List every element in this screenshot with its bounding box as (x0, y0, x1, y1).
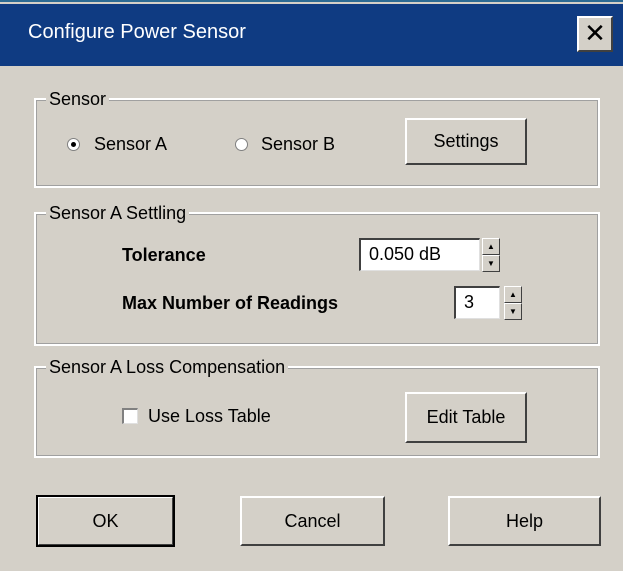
cancel-button[interactable]: Cancel (240, 496, 385, 546)
window-title: Configure Power Sensor (28, 21, 246, 43)
settings-button[interactable]: Settings (405, 118, 527, 165)
max-readings-stepper[interactable]: ▲ ▼ (504, 286, 522, 320)
close-icon: ✕ (584, 18, 606, 48)
loss-compensation-group-label: Sensor A Loss Compensation (46, 356, 289, 378)
close-button[interactable]: ✕ (577, 16, 613, 52)
settling-group: Sensor A Settling (34, 202, 600, 346)
title-bar: Configure Power Sensor (0, 4, 623, 66)
down-arrow-icon[interactable]: ▼ (504, 303, 522, 320)
max-readings-label: Max Number of Readings (122, 293, 339, 313)
tolerance-label: Tolerance (122, 245, 206, 265)
max-readings-input[interactable]: 3 (454, 286, 500, 319)
configure-power-sensor-dialog: Configure Power Sensor ✕ Sensor Sensor A… (0, 0, 623, 571)
sensor-a-label[interactable]: Sensor A (94, 133, 167, 155)
sensor-b-label[interactable]: Sensor B (261, 133, 335, 155)
up-arrow-icon[interactable]: ▲ (482, 238, 500, 255)
up-arrow-icon[interactable]: ▲ (504, 286, 522, 303)
tolerance-stepper[interactable]: ▲ ▼ (482, 238, 500, 272)
sensor-a-radio[interactable] (67, 138, 80, 151)
sensor-group-label: Sensor (46, 88, 110, 110)
down-arrow-icon[interactable]: ▼ (482, 255, 500, 272)
use-loss-table-label[interactable]: Use Loss Table (148, 405, 271, 427)
settling-group-label: Sensor A Settling (46, 202, 190, 224)
radio-selected-dot (71, 142, 76, 147)
tolerance-input[interactable]: 0.050 dB (359, 238, 480, 271)
ok-button[interactable]: OK (36, 495, 175, 547)
edit-table-button[interactable]: Edit Table (405, 392, 527, 443)
use-loss-table-checkbox[interactable] (122, 408, 138, 424)
help-button[interactable]: Help (448, 496, 601, 546)
sensor-b-radio[interactable] (235, 138, 248, 151)
